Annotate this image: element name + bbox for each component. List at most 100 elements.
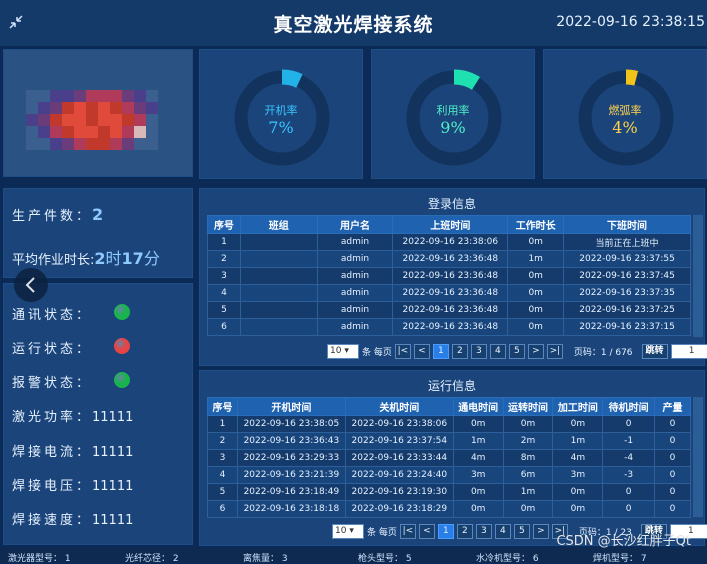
page-button-2[interactable]: 2 [451,344,468,359]
run-table-scrollbar[interactable] [693,397,703,517]
gauge-value: 7% [268,118,294,137]
image-pixel [74,126,86,138]
next-page-button[interactable]: > [527,344,544,359]
page-button-4[interactable]: 4 [489,344,506,359]
column-header: 用户名 [316,215,394,234]
production-summary: 生产件数：2 平均作业时长:2时17分 [3,188,193,278]
table-row[interactable]: 2 admin 2022-09-16 23:36:48 1m 2022-09-16 23… [207,250,691,268]
table-cell: 4 [207,284,241,302]
gauge-label: 燃弧率 [608,104,642,117]
table-cell: 4m [452,449,504,467]
alarm-status-indicator [114,372,130,388]
gauge-value: 9% [440,118,466,137]
run-status-label: 运行状态： [12,342,93,357]
table-cell: 0m [452,415,504,433]
table-cell: 2022-09-16 23:29:33 [236,449,346,467]
table-cell: 8m [502,449,554,467]
image-pixel [146,102,158,114]
chevron-left-icon [25,277,35,293]
table-cell: 1 [207,415,238,433]
image-pixel [38,90,50,102]
table-row[interactable]: 5 admin 2022-09-16 23:36:48 0m 2022-09-16 23… [207,301,691,319]
gauge-arc-rate: 燃弧率 4% [543,49,707,179]
table-cell: 0 [602,483,656,501]
login-table-scrollbar[interactable] [693,215,703,337]
first-page-button[interactable]: |< [399,524,416,539]
next-page-button[interactable]: > [532,524,549,539]
table-cell: 0 [602,415,656,433]
jump-page-input[interactable]: 1 [670,344,707,359]
page-button-1[interactable]: 1 [437,524,454,539]
page-button-4[interactable]: 4 [494,524,511,539]
table-cell: 6m [502,466,554,484]
image-pixel [122,114,134,126]
page-button-1[interactable]: 1 [432,344,449,359]
table-row[interactable]: 2 2022-09-16 23:36:43 2022-09-16 23:37:54 1… [207,432,691,450]
table-cell: admin [316,301,394,319]
table-cell [239,318,318,336]
table-cell [239,284,318,302]
comm-status-indicator [114,304,130,320]
table-cell: 2022-09-16 23:37:15 [563,318,691,336]
page-size-select[interactable]: 10 ▾ [327,344,359,359]
image-pixel [98,138,110,150]
table-row[interactable]: 5 2022-09-16 23:18:49 2022-09-16 23:19:30 0… [207,483,691,501]
weld-current: 焊接电流：11111 [12,445,134,460]
image-pixel [146,114,158,126]
table-row[interactable]: 6 admin 2022-09-16 23:36:48 0m 2022-09-16 23… [207,318,691,336]
table-cell: 3m [552,466,604,484]
page-button-3[interactable]: 3 [470,344,487,359]
table-cell: 0m [502,500,554,518]
table-row[interactable]: 1 2022-09-16 23:38:05 2022-09-16 23:38:06 0… [207,415,691,433]
footer-item: 枪头型号： 5 [358,554,412,564]
gauge-utilization-rate: 利用率 9% [371,49,535,179]
alarm-status-label: 报警状态： [12,376,93,391]
table-row[interactable]: 4 admin 2022-09-16 23:36:48 0m 2022-09-16 23… [207,284,691,302]
table-cell [239,233,318,251]
table-cell: 3 [207,449,238,467]
table-cell: 2022-09-16 23:38:06 [344,415,454,433]
last-page-button[interactable]: >| [546,344,563,359]
image-pixel [98,102,110,114]
table-cell [239,250,318,268]
column-header: 待机时间 [602,397,656,416]
page-button-5[interactable]: 5 [508,344,525,359]
footer-item: 激光器型号： 1 [8,554,71,564]
column-header: 上班时间 [392,215,509,234]
image-pixel [134,138,146,150]
laser-power: 激光功率：11111 [12,410,134,425]
table-row[interactable]: 6 2022-09-16 23:18:18 2022-09-16 23:18:29 0… [207,500,691,518]
table-cell: 1m [507,250,565,268]
table-row[interactable]: 3 2022-09-16 23:29:33 2022-09-16 23:33:44 4… [207,449,691,467]
table-cell: 1m [502,483,554,501]
table-row[interactable]: 3 admin 2022-09-16 23:36:48 0m 2022-09-16 23… [207,267,691,285]
image-pixel [98,114,110,126]
first-page-button[interactable]: |< [394,344,411,359]
table-cell: -4 [602,449,656,467]
page-button-3[interactable]: 3 [475,524,492,539]
table-cell: 0 [654,500,691,518]
page-button-2[interactable]: 2 [456,524,473,539]
page-button-5[interactable]: 5 [513,524,530,539]
jump-button[interactable]: 跳转 [641,344,668,359]
image-pixel [86,114,98,126]
column-header: 班组 [239,215,318,234]
table-cell: 3m [452,466,504,484]
watermark: CSDN @长沙红胖子Qt [556,534,691,549]
table-cell: 2022-09-16 23:36:48 [392,301,509,319]
table-cell: admin [316,250,394,268]
table-row[interactable]: 4 2022-09-16 23:21:39 2022-09-16 23:24:40 3… [207,466,691,484]
table-row[interactable]: 1 admin 2022-09-16 23:38:06 0m 当前正在上班中 [207,233,691,251]
image-pixel [62,138,74,150]
back-button[interactable] [14,268,48,302]
image-pixel [26,102,38,114]
table-cell: 0m [452,500,504,518]
gauge-startup-rate: 开机率 7% [199,49,363,179]
prev-page-button[interactable]: < [413,344,430,359]
column-header: 序号 [207,215,241,234]
prev-page-button[interactable]: < [418,524,435,539]
image-pixel [110,90,122,102]
gauge-value: 4% [612,118,638,137]
table-cell: 0 [654,466,691,484]
page-size-select[interactable]: 10 ▾ [332,524,364,539]
